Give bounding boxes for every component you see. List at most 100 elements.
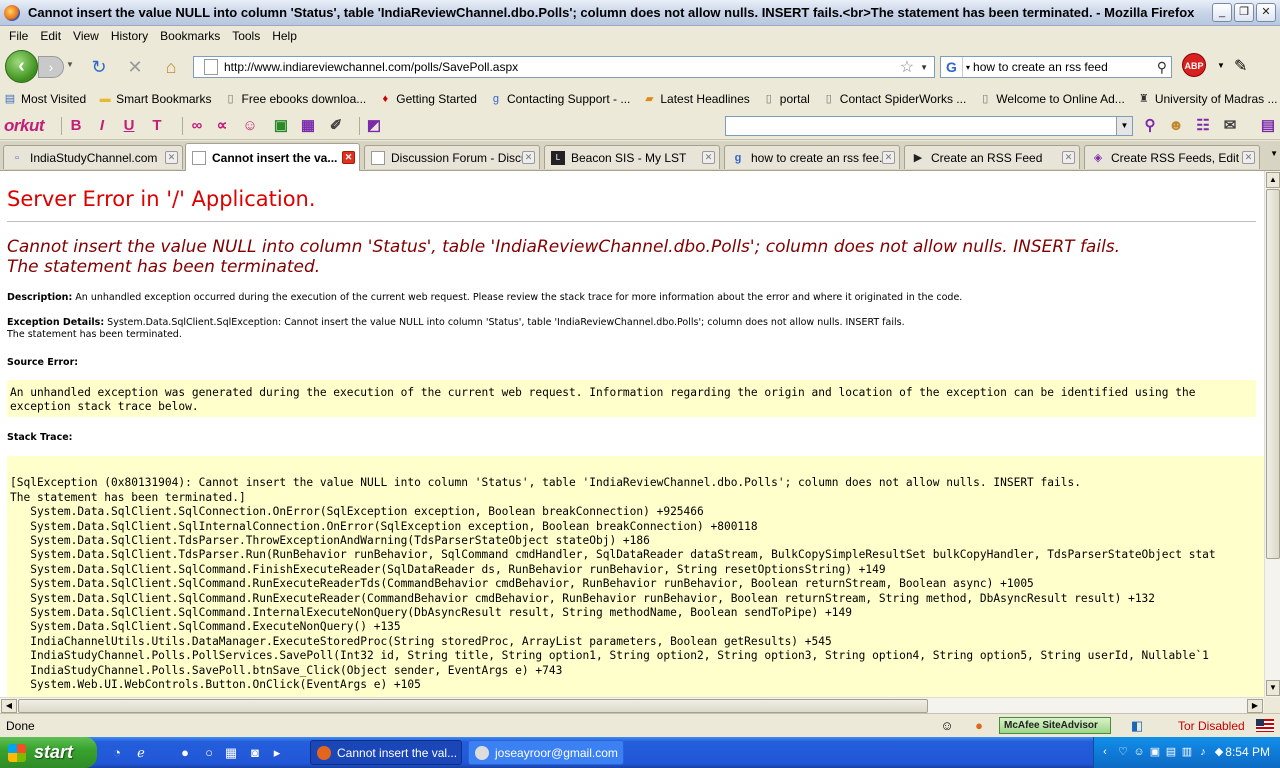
network-icon[interactable]: ◧ <box>1128 718 1146 734</box>
url-dropdown-icon[interactable]: ▼ <box>920 63 928 72</box>
quicklaunch-paint-icon[interactable]: ▦ <box>222 744 240 762</box>
history-dropdown-icon[interactable]: ▼ <box>66 60 74 69</box>
menu-edit[interactable]: Edit <box>34 29 67 43</box>
edit-note-icon[interactable]: ✐ <box>326 117 346 135</box>
tray-icon[interactable]: ▤ <box>1164 745 1178 759</box>
scrapbook-icon[interactable]: ✉ <box>1220 117 1240 135</box>
tab-create-rss-feed[interactable]: ▶ Create an RSS Feed ✕ <box>904 145 1080 169</box>
menu-file[interactable]: File <box>3 29 34 43</box>
start-button[interactable]: start <box>0 737 97 768</box>
orkut-search-dropdown-icon[interactable]: ▼ <box>1116 117 1132 135</box>
unlink-icon[interactable]: ∝ <box>212 117 232 135</box>
quicklaunch-ie-icon[interactable]: ℯ <box>132 744 150 762</box>
google-search-engine-icon[interactable]: G <box>941 57 963 77</box>
link-icon[interactable]: ∞ <box>187 117 207 135</box>
bookmark-item[interactable]: ▯ Free ebooks downloa... <box>224 92 366 106</box>
tab-list-dropdown-icon[interactable]: ▼ <box>1270 149 1278 158</box>
adblock-dropdown-icon[interactable]: ▼ <box>1217 61 1225 70</box>
bold-icon[interactable]: B <box>66 117 86 135</box>
back-button[interactable]: ‹ <box>5 50 38 83</box>
friends-icon[interactable]: ☻ <box>1166 117 1186 135</box>
maximize-button[interactable]: ❐ <box>1234 3 1254 22</box>
scroll-down-icon[interactable]: ▼ <box>1266 680 1280 696</box>
image-icon[interactable]: ▣ <box>271 117 291 135</box>
scroll-up-icon[interactable]: ▲ <box>1266 172 1280 188</box>
search-bar[interactable]: G ▾ how to create an rss feed ⚲ <box>940 56 1172 78</box>
search-engine-dropdown-icon[interactable]: ▾ <box>966 63 970 72</box>
quicklaunch-app-icon[interactable]: ◙ <box>246 744 264 762</box>
greasemonkey-icon[interactable]: ☺ <box>938 718 956 734</box>
url-input[interactable]: http://www.indiareviewchannel.com/polls/… <box>224 60 900 74</box>
close-tab-icon[interactable]: ✕ <box>882 151 895 164</box>
tray-icon[interactable]: ▣ <box>1148 745 1162 759</box>
firefox-status-icon[interactable]: ● <box>970 718 988 734</box>
orkut-search-input[interactable]: ▼ <box>725 116 1133 136</box>
tray-icon[interactable]: ☺ <box>1132 745 1146 759</box>
volume-icon[interactable]: ♪ <box>1196 745 1210 759</box>
tray-icon[interactable]: ▥ <box>1180 745 1194 759</box>
close-window-button[interactable]: ✕ <box>1256 3 1276 22</box>
adblock-plus-button[interactable]: ABP <box>1182 53 1206 77</box>
menu-tools[interactable]: Tools <box>226 29 266 43</box>
taskbar-item-gtalk[interactable]: joseayroor@gmail.com <box>468 740 624 765</box>
vertical-scrollbar[interactable]: ▲ ▼ <box>1264 171 1280 697</box>
bookmark-item[interactable]: ♜ University of Madras ... <box>1137 92 1278 106</box>
text-color-icon[interactable]: T <box>147 117 167 135</box>
menu-history[interactable]: History <box>105 29 154 43</box>
tab-create-rss-feeds-edit[interactable]: ◈ Create RSS Feeds, Edit ... ✕ <box>1084 145 1260 169</box>
orkut-menu-icon[interactable]: ◩ <box>364 117 384 135</box>
bookmark-item[interactable]: ▯ Contact SpiderWorks ... <box>822 92 967 106</box>
bookmark-item[interactable]: ▯ portal <box>762 92 810 106</box>
bookmark-item[interactable]: ▯ Welcome to Online Ad... <box>978 92 1125 106</box>
vertical-scroll-thumb[interactable] <box>1266 189 1280 559</box>
bookmark-item[interactable]: ♦ Getting Started <box>378 92 477 106</box>
home-icon[interactable]: ⌂ <box>160 56 182 78</box>
tab-beacon-sis[interactable]: L Beacon SIS - My LST ✕ <box>544 145 720 169</box>
bookmark-item[interactable]: ▬ Smart Bookmarks <box>98 92 212 106</box>
quicklaunch-opera-icon[interactable]: ○ <box>200 744 218 762</box>
search-icon[interactable]: ⚲ <box>1157 59 1167 76</box>
close-tab-icon[interactable]: ✕ <box>522 151 535 164</box>
stop-icon[interactable]: ✕ <box>124 56 146 78</box>
window-titlebar[interactable]: Cannot insert the value NULL into column… <box>0 0 1280 26</box>
menu-bookmarks[interactable]: Bookmarks <box>154 29 226 43</box>
taskbar-item-firefox[interactable]: Cannot insert the val... <box>310 740 462 765</box>
italic-icon[interactable]: I <box>92 117 112 135</box>
scroll-left-icon[interactable]: ◀ <box>1 699 17 713</box>
url-bar[interactable]: http://www.indiareviewchannel.com/polls/… <box>193 56 935 78</box>
reload-icon[interactable]: ↻ <box>88 56 110 78</box>
scroll-right-icon[interactable]: ▶ <box>1247 699 1263 713</box>
close-tab-icon[interactable]: ✕ <box>342 151 355 164</box>
orkut-options-icon[interactable]: ▤ <box>1258 117 1278 135</box>
grid-icon[interactable]: ▦ <box>298 117 318 135</box>
mcafee-siteadvisor-button[interactable]: McAfee SiteAdvisor <box>999 717 1111 734</box>
forward-button[interactable]: › <box>38 56 64 78</box>
bookmark-item[interactable]: ▤ Most Visited <box>3 92 86 106</box>
us-flag-icon[interactable] <box>1256 719 1274 732</box>
orkut-logo[interactable]: orkut <box>4 116 45 136</box>
quicklaunch-media-icon[interactable]: ▸ <box>268 744 286 762</box>
tab-google-rss[interactable]: g how to create an rss fee... ✕ <box>724 145 900 169</box>
tray-expand-icon[interactable]: ‹ <box>1098 745 1112 759</box>
close-tab-icon[interactable]: ✕ <box>1242 151 1255 164</box>
tab-cannot-insert[interactable]: Cannot insert the va... ✕ <box>185 143 360 171</box>
communities-icon[interactable]: ☷ <box>1193 117 1213 135</box>
tab-indiastudychannel[interactable]: ▫ IndiaStudyChannel.com ✕ <box>3 145 183 169</box>
minimize-button[interactable]: _ <box>1212 3 1232 22</box>
tab-discussion-forum[interactable]: Discussion Forum - Discu... ✕ <box>364 145 540 169</box>
smiley-icon[interactable]: ☺ <box>240 117 260 135</box>
menu-view[interactable]: View <box>67 29 105 43</box>
bookmark-item[interactable]: ▰ Latest Headlines <box>642 92 750 106</box>
bookmark-item[interactable]: g Contacting Support - ... <box>489 92 630 106</box>
underline-icon[interactable]: U <box>119 117 139 135</box>
close-tab-icon[interactable]: ✕ <box>165 151 178 164</box>
menu-help[interactable]: Help <box>266 29 303 43</box>
close-tab-icon[interactable]: ✕ <box>1062 151 1075 164</box>
horizontal-scrollbar[interactable]: ◀ ▶ <box>0 697 1264 713</box>
bookmark-star-icon[interactable]: ☆ <box>900 57 914 77</box>
quicklaunch-messenger-icon[interactable]: ◔ <box>108 744 126 762</box>
tor-status[interactable]: Tor Disabled <box>1178 719 1245 733</box>
quicklaunch-firefox-icon[interactable]: ● <box>176 744 194 762</box>
horizontal-scroll-thumb[interactable] <box>18 699 928 713</box>
orkut-search-icon[interactable]: ⚲ <box>1140 117 1160 135</box>
